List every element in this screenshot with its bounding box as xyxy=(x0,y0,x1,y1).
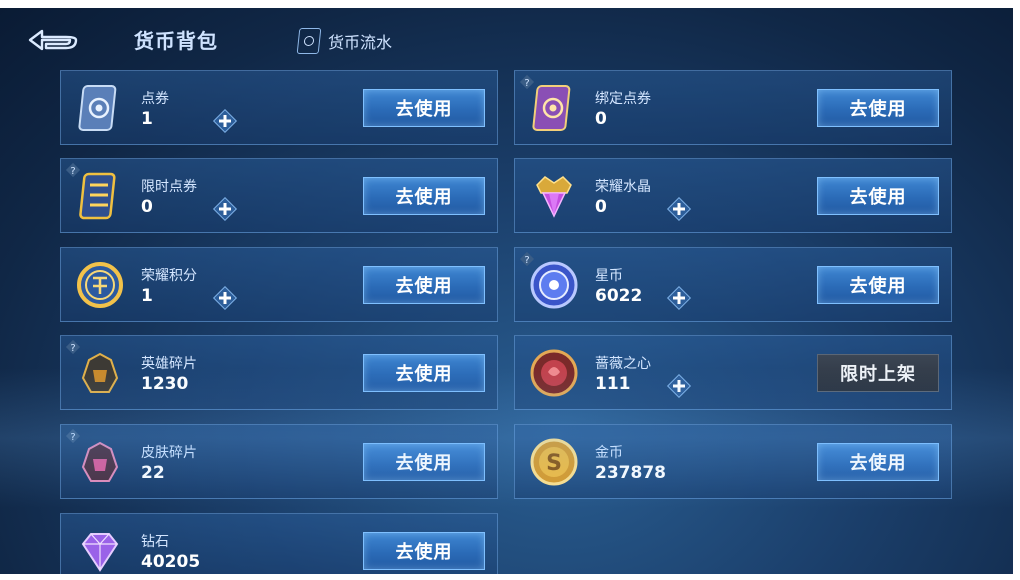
currency-card-bound-coupon: ? 绑定点券 0 去使用 xyxy=(514,70,952,145)
currency-name: 蔷薇之心 xyxy=(595,356,651,372)
use-button[interactable]: 去使用 xyxy=(363,443,485,481)
currency-name: 点券 xyxy=(141,91,169,107)
limited-listing-button: 限时上架 xyxy=(817,354,939,392)
bound-coupon-icon xyxy=(532,85,571,131)
plus-icon[interactable] xyxy=(666,196,692,222)
currency-name: 星币 xyxy=(595,268,623,284)
hero-fragment-icon xyxy=(81,352,119,393)
currency-name: 钻石 xyxy=(141,534,169,550)
use-button[interactable]: 去使用 xyxy=(363,266,485,304)
currency-card-glory-crystal: 荣耀水晶 0 去使用 xyxy=(514,158,952,233)
currency-name: 限时点券 xyxy=(141,179,197,195)
currency-name: 荣耀水晶 xyxy=(595,179,651,195)
coupon-icon xyxy=(78,85,117,131)
currency-backpack-screen: 货币背包 货币流水 点券 1 去使用 ? 绑定点券 0 去使用 ? 限时点券 0… xyxy=(0,8,1013,574)
page-title: 货币背包 xyxy=(134,29,218,53)
currency-flow-label: 货币流水 xyxy=(328,33,393,52)
currency-card-diamond: 钻石 40205 去使用 xyxy=(60,513,498,574)
use-button[interactable]: 去使用 xyxy=(363,354,485,392)
currency-card-gold-coin: S 金币 237878 去使用 xyxy=(514,424,952,499)
plus-icon[interactable] xyxy=(212,196,238,222)
currency-name: 英雄碎片 xyxy=(141,356,197,372)
currency-name: 皮肤碎片 xyxy=(141,445,197,461)
plus-icon[interactable] xyxy=(666,285,692,311)
currency-amount: 0 xyxy=(595,197,607,217)
currency-card-limited-coupon: ? 限时点券 0 去使用 xyxy=(60,158,498,233)
currency-amount: 40205 xyxy=(141,552,201,572)
gold-coin-icon: S xyxy=(530,438,578,486)
crystal-icon xyxy=(536,176,572,218)
plus-icon[interactable] xyxy=(212,285,238,311)
currency-name: 绑定点券 xyxy=(595,91,651,107)
plus-icon[interactable] xyxy=(212,108,238,134)
currency-amount: 0 xyxy=(141,197,153,217)
currency-card-skin-fragment: ? 皮肤碎片 22 去使用 xyxy=(60,424,498,499)
points-coin-icon xyxy=(77,262,123,308)
use-button[interactable]: 去使用 xyxy=(363,177,485,215)
currency-flow-link[interactable]: 货币流水 xyxy=(296,28,393,54)
currency-card-hero-fragment: ? 英雄碎片 1230 去使用 xyxy=(60,335,498,410)
svg-text:S: S xyxy=(546,451,562,476)
use-button[interactable]: 去使用 xyxy=(817,443,939,481)
use-button[interactable]: 去使用 xyxy=(817,177,939,215)
currency-amount: 111 xyxy=(595,374,631,394)
use-button[interactable]: 去使用 xyxy=(363,532,485,570)
diamond-icon xyxy=(81,533,119,572)
limited-coupon-icon xyxy=(79,172,116,220)
currency-amount: 22 xyxy=(141,463,165,483)
star-coin-icon xyxy=(530,261,578,309)
currency-amount: 6022 xyxy=(595,286,643,306)
currency-name: 金币 xyxy=(595,445,623,461)
back-arrow-icon[interactable] xyxy=(26,26,80,54)
rose-heart-icon xyxy=(530,349,578,397)
use-button[interactable]: 去使用 xyxy=(363,89,485,127)
skin-fragment-icon xyxy=(81,441,119,482)
currency-amount: 1230 xyxy=(141,374,189,394)
currency-amount: 1 xyxy=(141,286,153,306)
currency-amount: 237878 xyxy=(595,463,666,483)
plus-icon[interactable] xyxy=(666,373,692,399)
currency-name: 荣耀积分 xyxy=(141,268,197,284)
currency-amount: 0 xyxy=(595,109,607,129)
currency-amount: 1 xyxy=(141,109,153,129)
use-button[interactable]: 去使用 xyxy=(817,89,939,127)
top-bar: 货币背包 货币流水 xyxy=(0,8,1013,70)
currency-card-coupon: 点券 1 去使用 xyxy=(60,70,498,145)
use-button[interactable]: 去使用 xyxy=(817,266,939,304)
ticket-icon xyxy=(296,28,322,54)
currency-card-star-coin: ? 星币 6022 去使用 xyxy=(514,247,952,322)
currency-card-glory-points: 荣耀积分 1 去使用 xyxy=(60,247,498,322)
currency-card-rose-heart: 蔷薇之心 111 限时上架 xyxy=(514,335,952,410)
